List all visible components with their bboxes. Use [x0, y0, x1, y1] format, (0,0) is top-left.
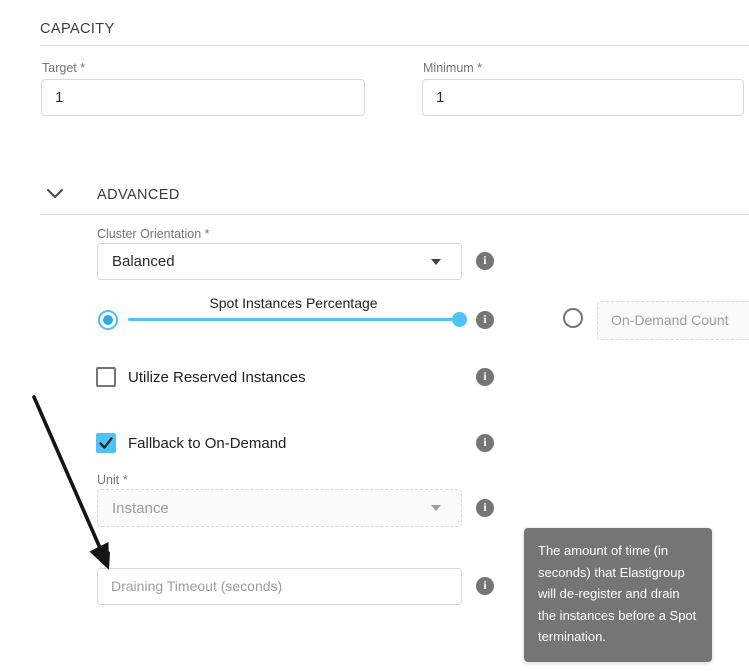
- spot-percentage-slider-thumb[interactable]: [452, 312, 467, 327]
- fallback-checkbox[interactable]: [96, 433, 116, 453]
- unit-select: Instance: [97, 489, 462, 527]
- minimum-label: Minimum *: [423, 61, 482, 75]
- dropdown-caret-icon: [431, 505, 441, 511]
- spot-percentage-info-icon[interactable]: i: [476, 311, 494, 329]
- minimum-input[interactable]: [422, 79, 744, 116]
- fallback-info-icon[interactable]: i: [476, 434, 494, 452]
- fallback-label: Fallback to On-Demand: [128, 435, 286, 452]
- elastigroup-capacity-form: CAPACITY Target * Minimum * ADVANCED Clu…: [0, 0, 749, 671]
- utilize-reserved-info-icon[interactable]: i: [476, 368, 494, 386]
- advanced-section-title: ADVANCED: [97, 187, 180, 203]
- unit-value: Instance: [98, 500, 431, 517]
- check-icon: [98, 435, 114, 451]
- cluster-orientation-select[interactable]: Balanced: [97, 243, 462, 280]
- tooltip-text: The amount of time (in seconds) that Ela…: [538, 543, 696, 644]
- on-demand-count-input[interactable]: [597, 301, 749, 340]
- draining-timeout-input[interactable]: [97, 568, 462, 605]
- utilize-reserved-label: Utilize Reserved Instances: [128, 369, 306, 386]
- on-demand-count-radio[interactable]: [563, 308, 583, 328]
- draining-timeout-tooltip: The amount of time (in seconds) that Ela…: [524, 528, 712, 662]
- advanced-divider: [40, 214, 749, 215]
- dropdown-caret-icon: [431, 259, 441, 265]
- spot-percentage-slider-track[interactable]: [128, 318, 459, 321]
- target-input[interactable]: [41, 79, 365, 116]
- draining-timeout-info-icon[interactable]: i: [476, 577, 494, 595]
- spot-percentage-radio[interactable]: [98, 310, 118, 330]
- unit-label: Unit *: [97, 473, 128, 487]
- capacity-section-title: CAPACITY: [40, 21, 115, 37]
- spot-percentage-label: Spot Instances Percentage: [128, 295, 459, 311]
- cluster-orientation-value: Balanced: [98, 253, 431, 270]
- cluster-orientation-info-icon[interactable]: i: [476, 252, 494, 270]
- target-label: Target *: [42, 61, 85, 75]
- chevron-down-icon[interactable]: [47, 189, 63, 199]
- utilize-reserved-checkbox[interactable]: [96, 367, 116, 387]
- unit-info-icon[interactable]: i: [476, 499, 494, 517]
- capacity-divider: [40, 45, 749, 46]
- cluster-orientation-label: Cluster Orientation *: [97, 227, 210, 241]
